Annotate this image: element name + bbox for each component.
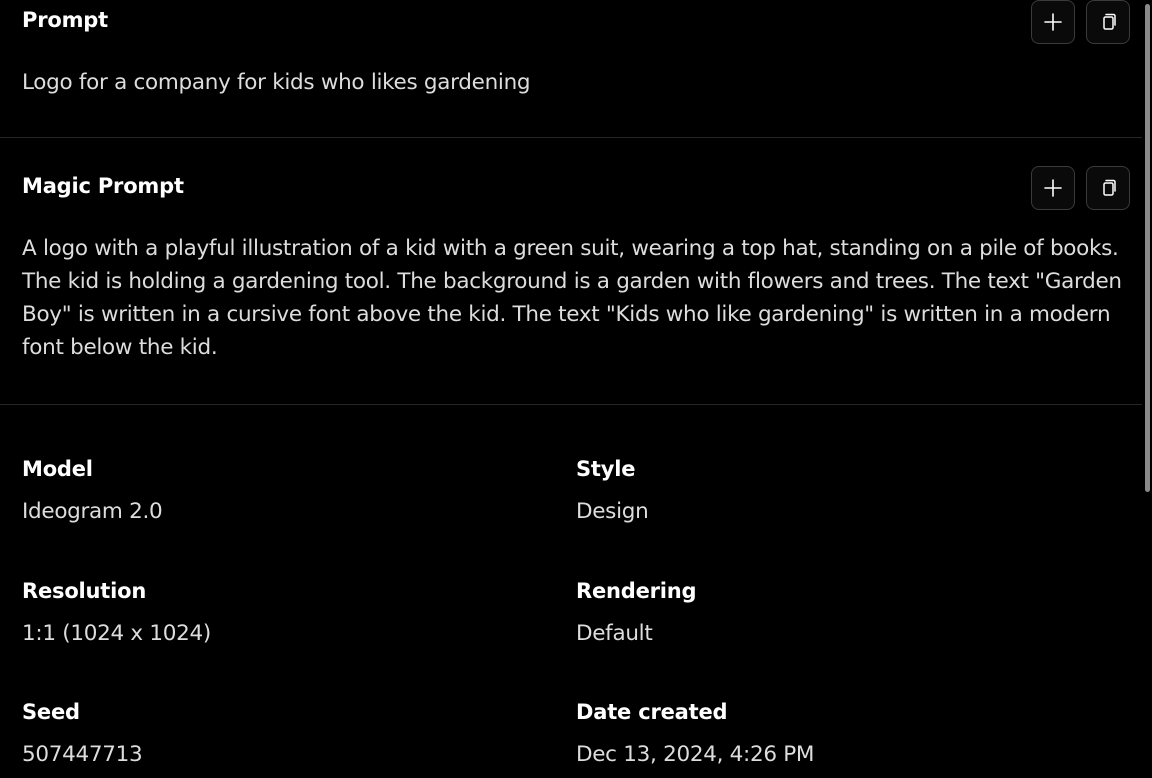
resolution-detail: Resolution 1:1 (1024 x 1024) (22, 579, 211, 646)
prompt-text: Logo for a company for kids who likes ga… (22, 70, 531, 95)
rendering-value: Default (576, 621, 653, 646)
add-magic-prompt-button[interactable] (1031, 166, 1075, 210)
add-prompt-button[interactable] (1031, 0, 1075, 44)
date-created-value: Dec 13, 2024, 4:26 PM (576, 742, 815, 767)
style-label: Style (576, 457, 636, 481)
magic-prompt-title: Magic Prompt (22, 174, 184, 198)
style-detail: Style Design (576, 457, 649, 524)
copy-magic-prompt-button[interactable] (1086, 166, 1130, 210)
rendering-detail: Rendering Default (576, 579, 697, 646)
style-value: Design (576, 499, 649, 524)
image-details-panel: Prompt Logo for a company for kids who l… (0, 0, 1142, 778)
magic-prompt-section: Magic Prompt A logo with a playful illus… (0, 138, 1142, 405)
seed-label: Seed (22, 700, 80, 724)
scrollbar-thumb[interactable] (1145, 4, 1150, 492)
seed-value[interactable]: 507447713 (22, 742, 143, 767)
prompt-title: Prompt (22, 8, 108, 32)
prompt-section: Prompt Logo for a company for kids who l… (0, 0, 1142, 138)
prompt-actions (1031, 0, 1130, 44)
magic-prompt-actions (1031, 166, 1130, 210)
model-detail: Model Ideogram 2.0 (22, 457, 163, 524)
copy-prompt-button[interactable] (1086, 0, 1130, 44)
resolution-value: 1:1 (1024 x 1024) (22, 621, 211, 646)
rendering-label: Rendering (576, 579, 697, 603)
resolution-label: Resolution (22, 579, 147, 603)
model-label: Model (22, 457, 93, 481)
seed-detail: Seed 507447713 (22, 700, 143, 767)
plus-icon (1044, 13, 1062, 31)
copy-icon (1103, 179, 1116, 196)
vertical-scrollbar[interactable] (1142, 0, 1152, 778)
date-created-detail: Date created Dec 13, 2024, 4:26 PM (576, 700, 814, 767)
model-value: Ideogram 2.0 (22, 499, 163, 524)
plus-icon (1044, 179, 1062, 197)
magic-prompt-text: A logo with a playful illustration of a … (22, 236, 1122, 360)
copy-icon (1103, 13, 1116, 30)
date-created-label: Date created (576, 700, 728, 724)
